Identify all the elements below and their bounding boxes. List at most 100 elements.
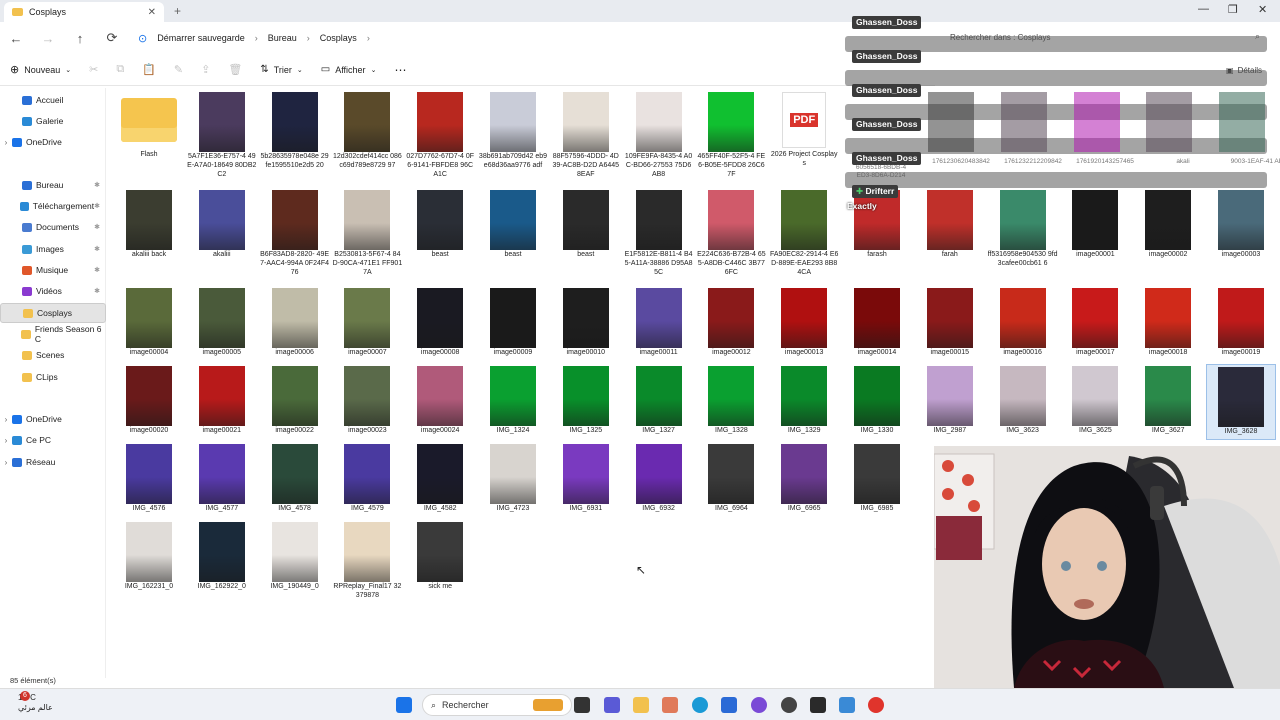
breadcrumb-cosplays[interactable]: Cosplays	[320, 33, 357, 43]
sidebar-item-clips[interactable]: CLips	[0, 367, 106, 387]
file-item[interactable]: akaliii back	[114, 188, 184, 264]
close-window-button[interactable]: ✕	[1258, 3, 1267, 16]
file-item[interactable]: image00019	[1206, 286, 1276, 362]
sidebar-item-musique[interactable]: Musique ✱	[0, 260, 106, 280]
file-item[interactable]: 88F57596-4DDD- 4D39-AC8B-D2D A64458EAF	[551, 90, 621, 178]
file-item[interactable]: IMG_6985	[842, 442, 912, 518]
file-item[interactable]: image00016	[988, 286, 1058, 362]
chevron-right-icon[interactable]: ›	[0, 458, 12, 467]
file-item[interactable]: image00014	[842, 286, 912, 362]
sidebar-item-images[interactable]: Images ✱	[0, 239, 106, 259]
file-item[interactable]: IMG_4582	[405, 442, 475, 518]
file-item[interactable]: 5b28635978e048e 29fe1595510e2d5 20	[260, 90, 330, 169]
file-item[interactable]: IMG_3627	[1133, 364, 1203, 440]
file-item[interactable]: RPReplay_Final17 32379878	[332, 520, 402, 599]
file-item[interactable]: image00008	[405, 286, 475, 362]
file-item[interactable]: IMG_4579	[332, 442, 402, 518]
file-item[interactable]: IMG_1329	[769, 364, 839, 440]
file-item[interactable]: 027D7762-67D7-4 0F6-9141-FBFDE8 96CA1C	[405, 90, 475, 178]
file-item[interactable]: Flash	[114, 90, 184, 166]
file-item[interactable]: IMG_1325	[551, 364, 621, 440]
file-item[interactable]: image00018	[1133, 286, 1203, 362]
sidebar-item-friends-season-6-c[interactable]: Friends Season 6 C	[0, 324, 106, 344]
file-item[interactable]: 38b691ab709d42 eb9e68d36aa9776 adf	[478, 90, 548, 169]
browser-icon[interactable]	[662, 697, 678, 713]
sidebar-item-onedrive[interactable]: › OneDrive	[0, 132, 106, 152]
rename-icon[interactable]: ✎	[174, 63, 183, 76]
taskbar-search[interactable]: ⌕ Rechercher	[422, 694, 572, 716]
file-item[interactable]: B6F83AD8-2820- 49E7-AAC4-994A 0F24F476	[260, 188, 330, 276]
file-item[interactable]: IMG_3628	[1206, 364, 1276, 440]
file-item[interactable]: beast	[551, 188, 621, 264]
breadcrumb-bureau[interactable]: Bureau	[268, 33, 297, 43]
store-icon[interactable]	[721, 697, 737, 713]
app-icon[interactable]	[751, 697, 767, 713]
file-item[interactable]: IMG_1324	[478, 364, 548, 440]
file-item[interactable]: B2530813-5F67-4 84D-90CA-471E1 FF9017A	[332, 188, 402, 276]
paste-icon[interactable]: 📋	[142, 63, 156, 76]
sidebar-item-documents[interactable]: Documents ✱	[0, 217, 106, 237]
file-item[interactable]: 12d302cdef414cc 086c69d789e8729 97	[332, 90, 402, 169]
sidebar-item-bureau[interactable]: Bureau ✱	[0, 175, 106, 195]
file-item[interactable]: IMG_1330	[842, 364, 912, 440]
back-button[interactable]: ←	[0, 31, 32, 46]
opera-icon[interactable]	[868, 697, 884, 713]
sidebar-item-vid-os[interactable]: Vidéos ✱	[0, 281, 106, 301]
file-item[interactable]: image00004	[114, 286, 184, 362]
delete-icon[interactable]: 🗑	[228, 63, 242, 76]
file-item[interactable]: beast	[478, 188, 548, 264]
file-item[interactable]: image00013	[769, 286, 839, 362]
up-button[interactable]: ↑	[64, 31, 96, 46]
file-item[interactable]: image00015	[915, 286, 985, 362]
copy-icon[interactable]: ⧉	[116, 63, 124, 76]
file-explorer-taskbar-icon[interactable]	[633, 697, 649, 713]
file-item[interactable]: IMG_190449_0	[260, 520, 330, 596]
file-item[interactable]: image00005	[187, 286, 257, 362]
file-item[interactable]: image00023	[332, 364, 402, 440]
sidebar-item-ce-pc[interactable]: › Ce PC	[0, 430, 106, 450]
task-view-icon[interactable]	[574, 697, 590, 713]
tab-cosplays[interactable]: Cosplays ✕	[4, 2, 164, 22]
file-item[interactable]: IMG_4578	[260, 442, 330, 518]
file-item[interactable]: image00007	[332, 286, 402, 362]
file-item[interactable]: 5A7F1E36-E757-4 49E-A7A0-18649 80DB2C2	[187, 90, 257, 178]
share-icon[interactable]: ⇪	[201, 63, 210, 76]
cut-icon[interactable]: ✂	[89, 63, 98, 76]
file-item[interactable]: PDF 2026 Project Cosplays	[769, 90, 839, 167]
sidebar-item-galerie[interactable]: Galerie	[0, 111, 106, 131]
close-tab-icon[interactable]: ✕	[148, 7, 156, 18]
new-button[interactable]: ⊕ Nouveau ⌄	[10, 63, 71, 76]
sidebar-item-cosplays[interactable]: Cosplays	[0, 303, 106, 323]
file-item[interactable]: image00017	[1060, 286, 1130, 362]
file-item[interactable]: FA90EC82-2914-4 E6D-889E-EAE293 8B84CA	[769, 188, 839, 276]
chevron-right-icon[interactable]: ›	[0, 138, 12, 147]
new-tab-button[interactable]: +	[174, 4, 181, 18]
sidebar-item-accueil[interactable]: Accueil	[0, 90, 106, 110]
sidebar-item-r-seau[interactable]: › Réseau	[0, 452, 106, 472]
app-icon[interactable]	[839, 697, 855, 713]
file-item[interactable]: IMG_1327	[624, 364, 694, 440]
file-item[interactable]: beast	[405, 188, 475, 264]
file-item[interactable]: akaliii	[187, 188, 257, 264]
file-item[interactable]: image00009	[478, 286, 548, 362]
sort-button[interactable]: ⇅ Trier ⌄	[260, 64, 302, 75]
chevron-right-icon[interactable]: ›	[0, 436, 12, 445]
view-button[interactable]: ▭ Afficher ⌄	[321, 64, 377, 75]
file-item[interactable]: image00021	[187, 364, 257, 440]
file-item[interactable]: image00024	[405, 364, 475, 440]
file-item[interactable]: image00010	[551, 286, 621, 362]
file-item[interactable]: IMG_6932	[624, 442, 694, 518]
file-item[interactable]: IMG_4723	[478, 442, 548, 518]
edge-icon[interactable]	[692, 697, 708, 713]
minimize-button[interactable]: —	[1198, 3, 1209, 15]
file-item[interactable]: image00022	[260, 364, 330, 440]
file-item[interactable]: IMG_162231_0	[114, 520, 184, 596]
file-item[interactable]: IMG_3625	[1060, 364, 1130, 440]
file-item[interactable]: image00006	[260, 286, 330, 362]
file-item[interactable]: image00011	[624, 286, 694, 362]
file-item[interactable]: IMG_162922_0	[187, 520, 257, 596]
app-v-icon[interactable]	[810, 697, 826, 713]
file-item[interactable]: IMG_6964	[696, 442, 766, 518]
file-item[interactable]: image00012	[696, 286, 766, 362]
windows-start-icon[interactable]	[396, 697, 412, 713]
